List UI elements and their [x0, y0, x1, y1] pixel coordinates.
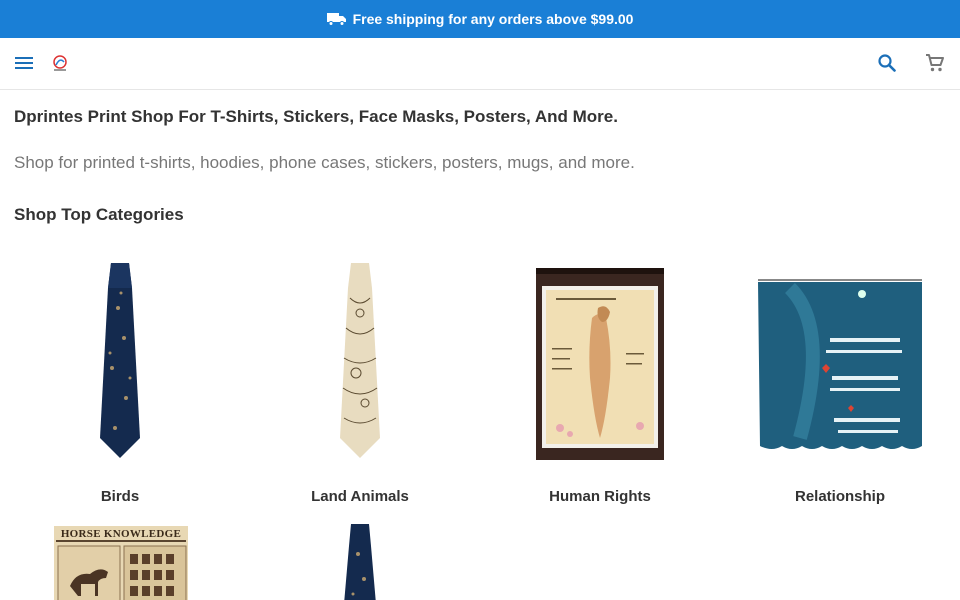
category-card-birds[interactable]: Birds — [0, 258, 240, 510]
cart-icon[interactable] — [924, 52, 946, 74]
category-image-horse-poster: HORSE KNOWLEDGE — [0, 524, 240, 600]
category-label-birds: Birds — [100, 488, 140, 505]
poster-heading: HORSE KNOWLEDGE — [60, 528, 182, 540]
search-icon[interactable] — [876, 52, 898, 74]
category-image-human-rights — [480, 258, 720, 468]
page-title: Dprintes Print Shop For T-Shirts, Sticke… — [14, 107, 618, 126]
category-card-horse-poster[interactable]: HORSE KNOWLEDGE — [0, 524, 240, 600]
hamburger-menu-icon[interactable] — [14, 54, 36, 74]
category-image-land-animals — [240, 258, 480, 468]
category-image-tie — [240, 524, 480, 600]
category-label-human-rights: Human Rights — [549, 488, 651, 505]
promo-bar: Free shipping for any orders above $99.0… — [0, 0, 960, 38]
truck-icon — [326, 12, 347, 26]
section-title: Shop Top Categories — [14, 205, 184, 224]
category-image-birds — [0, 258, 240, 468]
category-card-human-rights[interactable]: Human Rights — [480, 258, 720, 510]
category-card-tie[interactable] — [240, 524, 480, 600]
promo-text: Free shipping for any orders above $99.0… — [352, 11, 634, 27]
category-label-land-animals: Land Animals — [311, 488, 409, 505]
category-card-land-animals[interactable]: Land Animals — [240, 258, 480, 510]
category-image-relationship — [720, 258, 960, 468]
category-label-relationship: Relationship — [794, 488, 885, 505]
category-card-relationship[interactable]: Relationship — [720, 258, 960, 510]
page-description: Shop for printed t-shirts, hoodies, phon… — [14, 153, 635, 172]
logo[interactable] — [50, 53, 70, 73]
header — [0, 38, 960, 90]
